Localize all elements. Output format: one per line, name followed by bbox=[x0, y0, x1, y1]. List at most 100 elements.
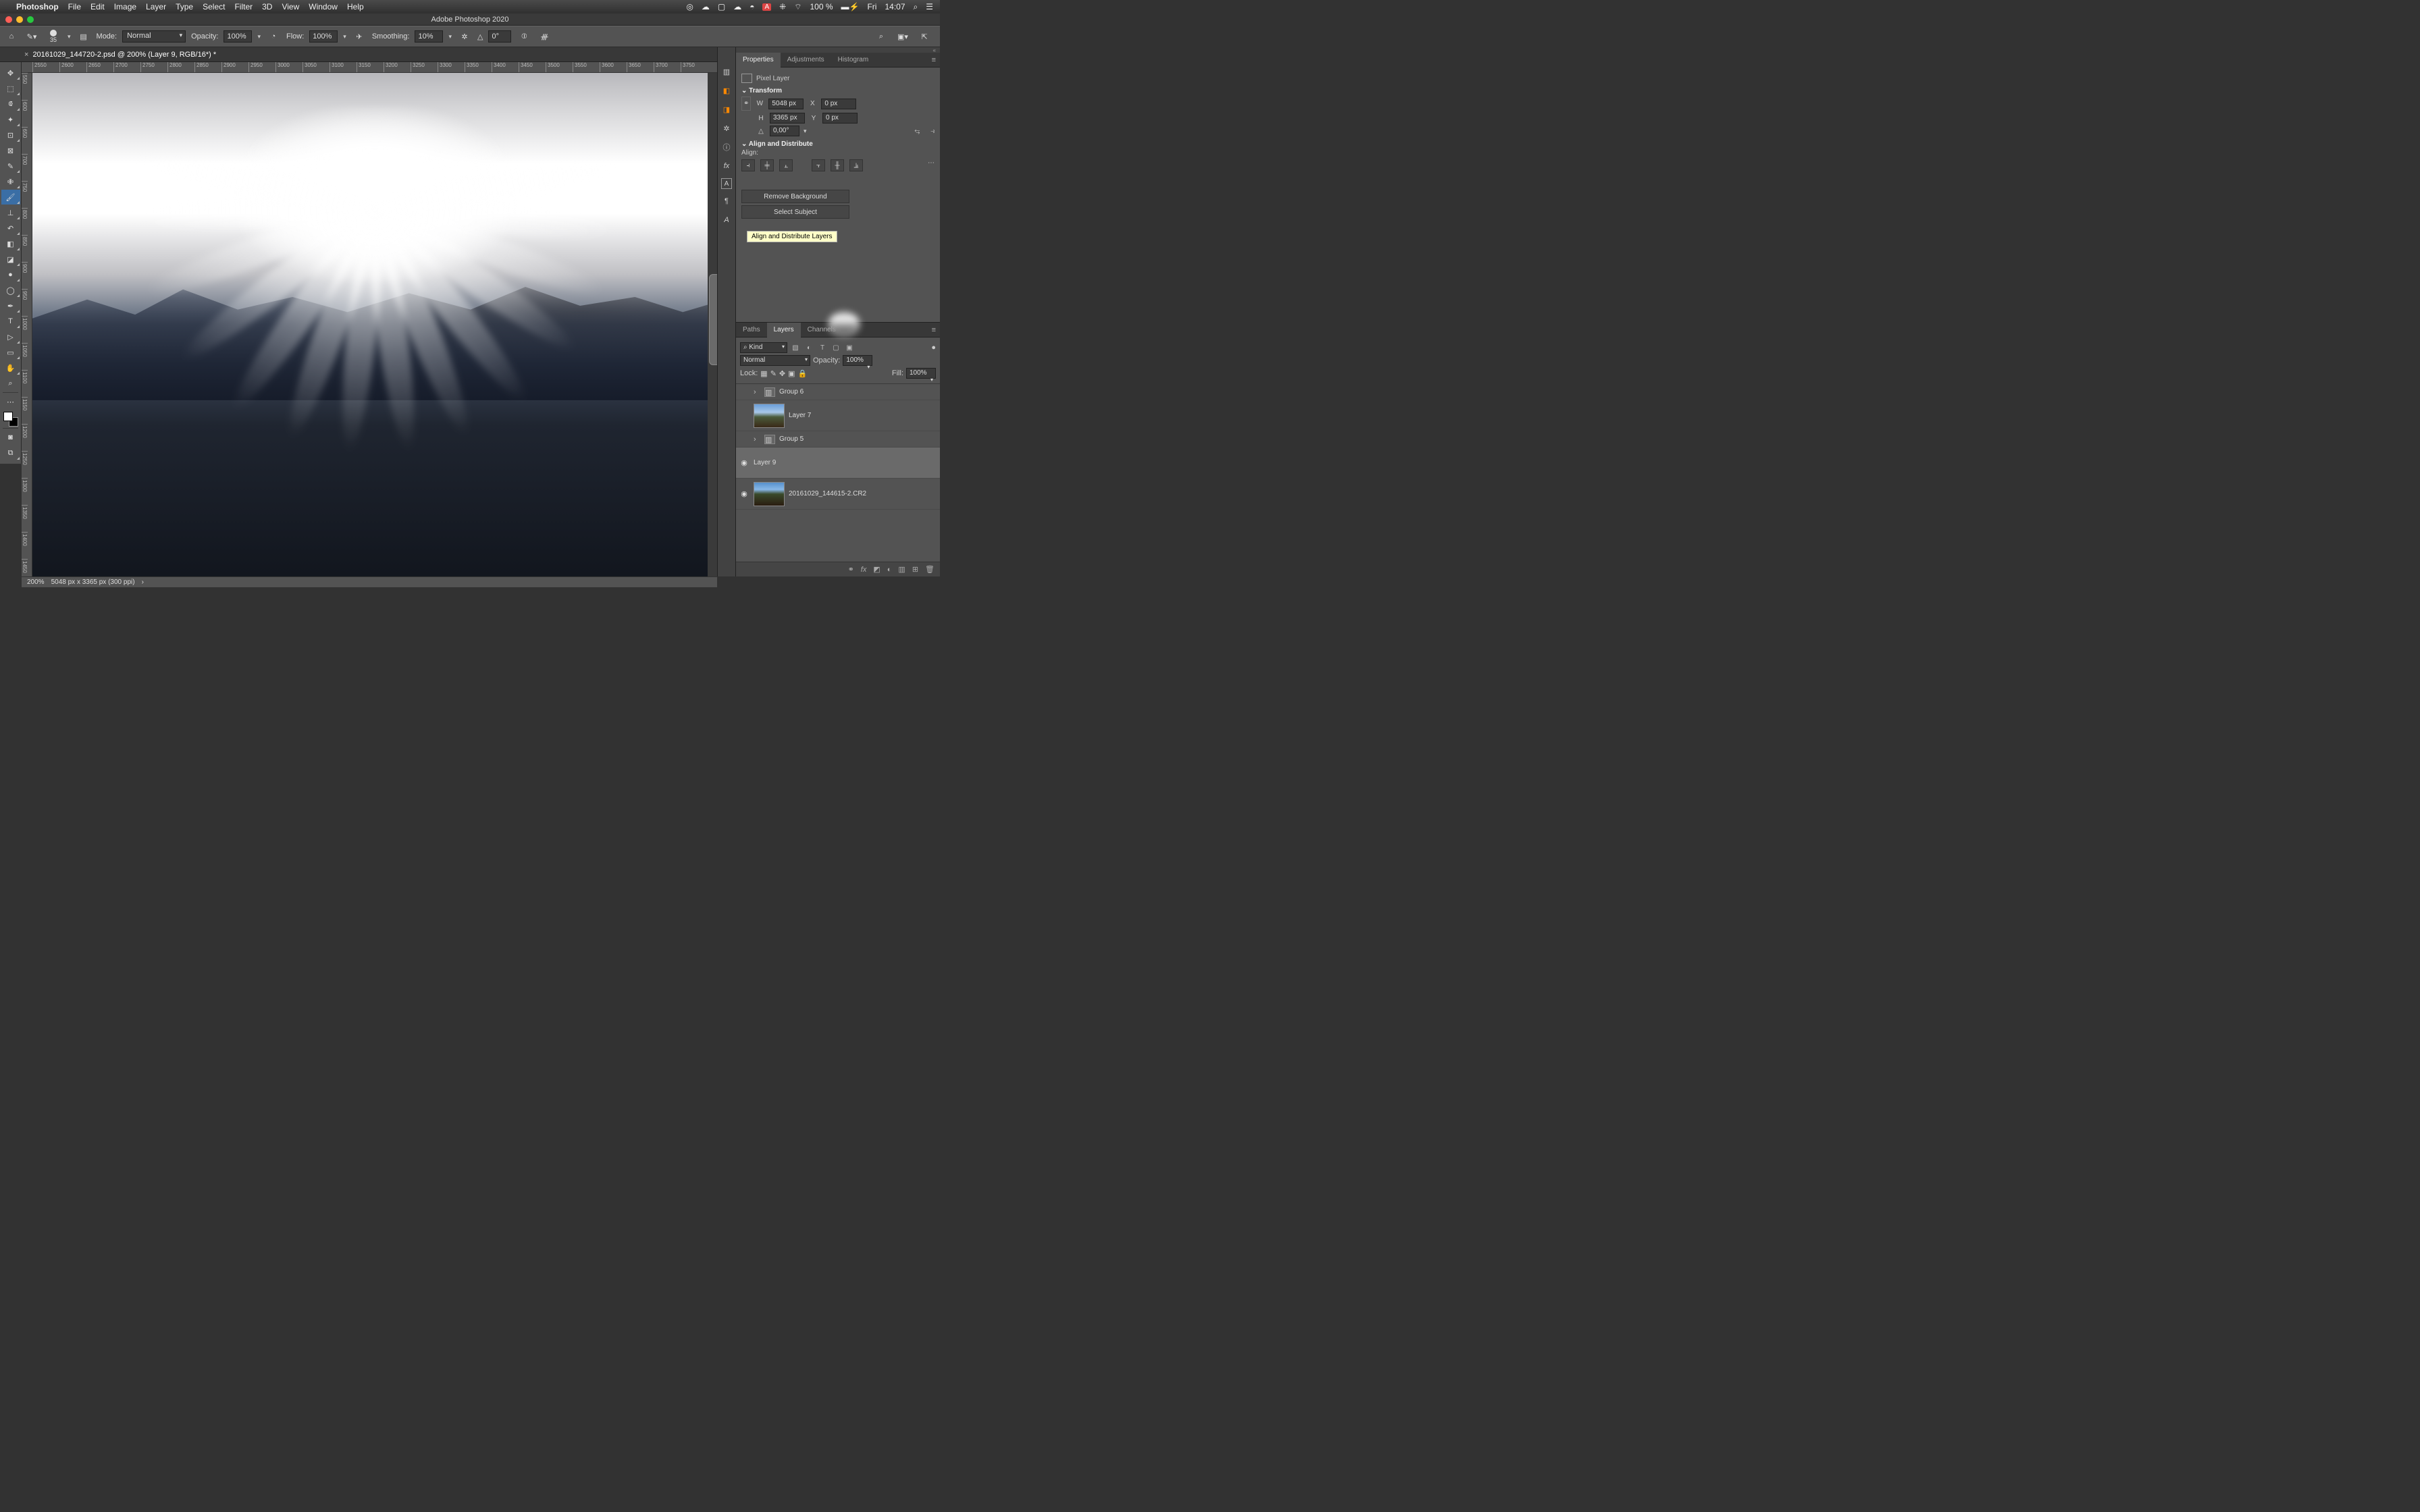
transform-height[interactable]: 3365 px bbox=[770, 113, 805, 124]
lock-position-icon[interactable]: ✥ bbox=[779, 369, 785, 378]
transform-angle[interactable]: 0,00° bbox=[770, 126, 799, 136]
dock-paragraph-icon[interactable]: ¶ bbox=[720, 194, 733, 208]
menu-window[interactable]: Window bbox=[309, 2, 338, 11]
layer-row-layer7[interactable]: Layer 7 bbox=[736, 400, 940, 431]
history-brush-tool[interactable]: ↶ bbox=[1, 221, 20, 236]
layer-filter-kind[interactable]: ⌕ Kind bbox=[740, 342, 787, 353]
screen-mode-toggle[interactable]: ⧉ bbox=[1, 446, 20, 460]
brush-panel-icon[interactable]: ▤ bbox=[76, 29, 91, 44]
smoothing-options-icon[interactable]: ✲ bbox=[457, 29, 472, 44]
layer-thumbnail[interactable] bbox=[754, 482, 785, 506]
tab-layers[interactable]: Layers bbox=[767, 323, 801, 338]
filter-shape-icon[interactable]: ▢ bbox=[831, 342, 841, 353]
status-arrow-icon[interactable]: › bbox=[142, 578, 144, 586]
window-minimize-button[interactable] bbox=[16, 16, 23, 23]
dodge-tool[interactable]: ◯ bbox=[1, 283, 20, 298]
layers-panel-menu-icon[interactable]: ≡ bbox=[932, 326, 936, 334]
move-tool[interactable]: ✥ bbox=[1, 65, 20, 80]
align-vcenter-icon[interactable]: ╫ bbox=[831, 159, 844, 171]
link-wh-icon[interactable]: ⚭ bbox=[741, 97, 751, 111]
filter-pixel-icon[interactable]: ▧ bbox=[790, 342, 801, 353]
layer-mask-icon[interactable]: ◩ bbox=[873, 565, 880, 574]
transform-header[interactable]: Transform bbox=[741, 87, 935, 94]
align-header[interactable]: Align and Distribute bbox=[741, 140, 935, 148]
lock-pixels-icon[interactable]: ✎ bbox=[770, 369, 777, 378]
lock-artboard-icon[interactable]: ▣ bbox=[788, 369, 795, 378]
dock-character-icon[interactable]: A bbox=[721, 178, 732, 189]
lasso-tool[interactable]: ⟃ bbox=[1, 97, 20, 111]
chevron-right-icon[interactable]: › bbox=[754, 388, 760, 396]
menubar-app-icon-2[interactable]: ☁ bbox=[733, 2, 741, 11]
menubar-app-icon-4[interactable]: A bbox=[762, 3, 771, 11]
search-icon[interactable]: ⌕ bbox=[874, 29, 889, 44]
menu-file[interactable]: File bbox=[68, 2, 81, 11]
menu-edit[interactable]: Edit bbox=[90, 2, 105, 11]
menu-view[interactable]: View bbox=[282, 2, 299, 11]
new-group-icon[interactable]: ▥ bbox=[898, 565, 905, 574]
opacity-pressure-icon[interactable]: ◔ bbox=[266, 29, 281, 44]
spotlight-icon[interactable]: ⌕ bbox=[914, 2, 918, 12]
new-layer-icon[interactable]: ⊞ bbox=[912, 565, 918, 574]
tab-close-icon[interactable]: × bbox=[24, 51, 28, 59]
layer-row-cr2[interactable]: ◉ 20161029_144615-2.CR2 bbox=[736, 479, 940, 510]
transform-y[interactable]: 0 px bbox=[822, 113, 858, 124]
app-name[interactable]: Photoshop bbox=[16, 2, 59, 11]
flip-vertical-icon[interactable]: ⥽ bbox=[930, 128, 935, 135]
select-subject-button[interactable]: Select Subject bbox=[741, 205, 849, 219]
flip-horizontal-icon[interactable]: ⥃ bbox=[914, 128, 920, 135]
stamp-tool[interactable]: ⊥ bbox=[1, 205, 20, 220]
adjustment-layer-icon[interactable]: ◐ bbox=[887, 566, 892, 574]
remove-background-button[interactable]: Remove Background bbox=[741, 190, 849, 203]
filter-type-icon[interactable]: T bbox=[817, 342, 828, 353]
opacity-input[interactable]: 100% bbox=[223, 30, 252, 43]
menu-filter[interactable]: Filter bbox=[234, 2, 253, 11]
document-canvas[interactable] bbox=[32, 73, 717, 576]
filter-smart-icon[interactable]: ▣ bbox=[844, 342, 855, 353]
layer-row-group5[interactable]: › ▥ Group 5 bbox=[736, 431, 940, 448]
layer-thumbnail[interactable] bbox=[754, 404, 785, 428]
shape-tool[interactable]: ▭ bbox=[1, 345, 20, 360]
symmetry-icon[interactable]: ᚍ bbox=[537, 29, 552, 44]
delete-layer-icon[interactable]: 🗑 bbox=[925, 565, 935, 574]
pen-tool[interactable]: ✒ bbox=[1, 298, 20, 313]
menu-help[interactable]: Help bbox=[347, 2, 364, 11]
edit-toolbar[interactable]: ⋯ bbox=[1, 394, 20, 409]
marquee-tool[interactable]: ⬚ bbox=[1, 81, 20, 96]
link-layers-icon[interactable]: ⚭ bbox=[848, 565, 854, 574]
align-bottom-icon[interactable]: ⫡ bbox=[849, 159, 863, 171]
document-tab[interactable]: 20161029_144720-2.psd @ 200% (Layer 9, R… bbox=[32, 51, 216, 59]
angle-input[interactable]: 0° bbox=[488, 30, 511, 43]
transform-width[interactable]: 5048 px bbox=[768, 99, 804, 109]
control-center-icon[interactable]: ☰ bbox=[926, 2, 933, 11]
menu-image[interactable]: Image bbox=[114, 2, 136, 11]
dock-brushes-icon[interactable]: ✲ bbox=[720, 122, 733, 135]
dock-glyphs-icon[interactable]: A bbox=[720, 213, 733, 227]
layer-row-layer9[interactable]: ◉ Layer 9 bbox=[736, 448, 940, 479]
window-zoom-button[interactable] bbox=[27, 16, 34, 23]
tab-properties[interactable]: Properties bbox=[736, 53, 781, 68]
eyedropper-tool[interactable]: ✎ bbox=[1, 159, 20, 173]
canvas-scrollbar-vertical[interactable] bbox=[708, 73, 717, 576]
clock-day[interactable]: Fri bbox=[867, 2, 876, 11]
share-icon[interactable]: ⇱ bbox=[917, 29, 932, 44]
align-left-icon[interactable]: ⫞ bbox=[741, 159, 755, 171]
layer-row-group6[interactable]: › ▥ Group 6 bbox=[736, 384, 940, 400]
tab-paths[interactable]: Paths bbox=[736, 323, 767, 338]
filter-adjust-icon[interactable]: ◐ bbox=[804, 342, 814, 353]
color-swatches[interactable] bbox=[3, 412, 18, 427]
dock-history-icon[interactable]: ▥ bbox=[720, 65, 733, 78]
brush-preset-picker[interactable]: 35 bbox=[45, 30, 62, 43]
brush-tool[interactable]: 🖌 bbox=[1, 190, 20, 205]
frame-tool[interactable]: ⊠ bbox=[1, 143, 20, 158]
dock-swatches-icon[interactable]: ◨ bbox=[720, 103, 733, 116]
cc-status-icon[interactable]: ◎ bbox=[686, 2, 693, 11]
zoom-level[interactable]: 200% bbox=[27, 578, 45, 586]
document-dimensions[interactable]: 5048 px x 3365 px (300 ppi) bbox=[51, 578, 135, 586]
home-icon[interactable]: ⌂ bbox=[4, 29, 19, 44]
menu-layer[interactable]: Layer bbox=[146, 2, 166, 11]
hand-tool[interactable]: ✋ bbox=[1, 360, 20, 375]
menu-type[interactable]: Type bbox=[176, 2, 193, 11]
tab-histogram[interactable]: Histogram bbox=[831, 53, 876, 68]
airbrush-icon[interactable]: ✈ bbox=[352, 29, 367, 44]
align-right-icon[interactable]: ⫠ bbox=[779, 159, 793, 171]
